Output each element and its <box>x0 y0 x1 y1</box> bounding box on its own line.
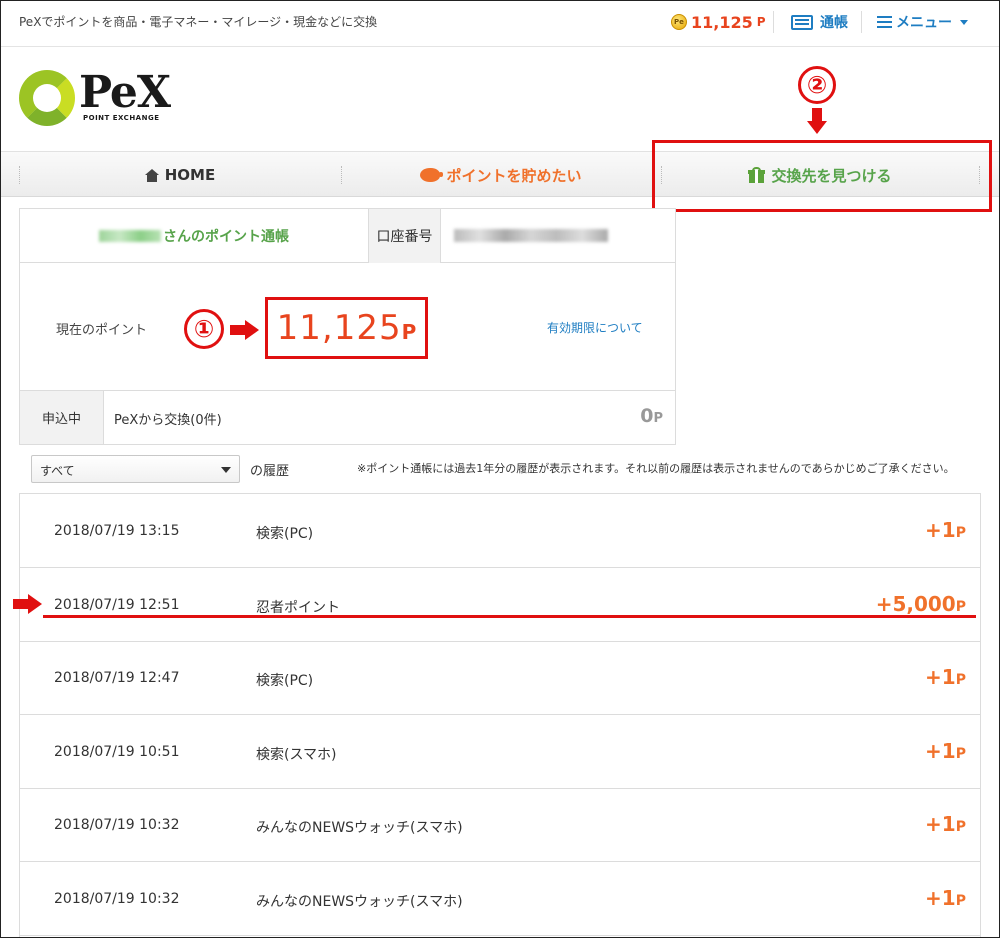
menu-icon <box>877 16 892 28</box>
history-description: 検索(スマホ) <box>256 747 337 763</box>
arrow-right-icon <box>13 594 43 614</box>
history-filter-value: すべて <box>40 464 75 478</box>
history-date: 2018/07/19 10:32 <box>54 817 180 833</box>
header-points[interactable]: Pe 11,125 P <box>671 10 766 34</box>
history-description: みんなのNEWSウォッチ(スマホ) <box>256 894 463 910</box>
history-date: 2018/07/19 10:32 <box>54 891 180 907</box>
nav-home[interactable]: HOME <box>19 152 341 198</box>
pex-logo[interactable]: PeX POINT EXCHANGE <box>19 67 171 129</box>
history-points-unit: P <box>955 599 966 615</box>
passbook-icon <box>791 14 813 30</box>
history-points-unit: P <box>955 746 966 762</box>
account-owner-label: さんのポイント通帳 <box>163 229 289 245</box>
history-note: ※ポイント通帳には過去1年分の履歴が表示されます。それ以前の履歴は表示されません… <box>357 462 955 475</box>
annotation-marker-1: ① <box>184 309 224 349</box>
history-points-unit: P <box>955 893 966 909</box>
history-description: みんなのNEWSウォッチ(スマホ) <box>256 820 463 836</box>
history-points: +1P <box>925 812 966 836</box>
table-row: 2018/07/19 13:15 検索(PC) +1P <box>20 494 980 568</box>
header-points-unit: P <box>756 15 766 29</box>
history-points: +1P <box>925 886 966 910</box>
account-panel: さんのポイント通帳 口座番号 現在のポイント ① 11,125 P 有効期限につ… <box>19 208 676 445</box>
pending-points: 0P <box>640 405 663 427</box>
logo-ring-icon <box>19 70 75 126</box>
history-points-number: +1 <box>925 812 956 836</box>
current-points-label: 現在のポイント <box>56 323 148 338</box>
history-points-number: +5,000 <box>875 592 956 616</box>
history-points: +1P <box>925 518 966 542</box>
account-header-row: さんのポイント通帳 口座番号 <box>20 209 675 263</box>
nav-save-points[interactable]: ポイントを貯めたい <box>341 152 661 198</box>
history-description: 検索(PC) <box>256 526 314 542</box>
history-description: 検索(PC) <box>256 673 314 689</box>
history-date: 2018/07/19 10:51 <box>54 744 180 760</box>
history-date: 2018/07/19 12:47 <box>54 670 180 686</box>
expiry-link[interactable]: 有効期限について <box>547 319 643 336</box>
coin-icon: Pe <box>671 14 687 30</box>
logo-text: PeX <box>79 67 171 118</box>
account-owner: さんのポイント通帳 <box>20 209 368 263</box>
history-points-number: +1 <box>925 518 956 542</box>
divider <box>861 11 862 33</box>
annotation-marker-2: ② <box>798 66 836 104</box>
chevron-down-icon <box>221 467 231 473</box>
tagline: PeXでポイントを商品・電子マネー・マイレージ・現金などに交換 <box>19 15 378 29</box>
blurred-account-number <box>454 229 608 242</box>
menu-label: メニュー <box>896 15 952 31</box>
chevron-down-icon <box>960 19 968 25</box>
arrow-right-icon <box>230 320 260 340</box>
page-frame: PeXでポイントを商品・電子マネー・マイレージ・現金などに交換 Pe 11,12… <box>0 0 1000 938</box>
pending-label: 申込中 <box>20 391 104 444</box>
passbook-link[interactable]: 通帳 <box>791 10 848 34</box>
pending-points-unit: P <box>653 411 663 426</box>
history-label: の履歴 <box>250 464 290 479</box>
history-points-number: +1 <box>925 665 956 689</box>
nav-save-points-label: ポイントを貯めたい <box>446 166 582 185</box>
current-points-row: 現在のポイント ① 11,125 P 有効期限について <box>20 263 675 391</box>
nav-home-label: HOME <box>164 166 216 184</box>
pending-text[interactable]: PeXから交換(0件) <box>114 409 222 428</box>
history-date: 2018/07/19 12:51 <box>54 597 180 613</box>
current-points-unit: P <box>401 320 417 344</box>
table-row: 2018/07/19 10:32 みんなのNEWSウォッチ(スマホ) +1P <box>20 788 980 862</box>
annotation-underline <box>43 615 976 618</box>
account-number-label: 口座番号 <box>368 209 441 263</box>
home-icon <box>144 168 159 182</box>
history-points: +1P <box>925 665 966 689</box>
blurred-username <box>99 230 161 242</box>
menu-button[interactable]: メニュー <box>877 10 968 34</box>
top-bar: PeXでポイントを商品・電子マネー・マイレージ・現金などに交換 Pe 11,12… <box>1 1 999 47</box>
arrow-down-icon <box>807 108 827 136</box>
pending-row: 申込中 PeXから交換(0件) 0P <box>20 391 675 444</box>
logo-subtext: POINT EXCHANGE <box>83 114 160 122</box>
pending-points-number: 0 <box>640 405 654 427</box>
history-date: 2018/07/19 13:15 <box>54 523 180 539</box>
history-points: +1P <box>925 739 966 763</box>
header-points-value: 11,125 <box>691 12 753 32</box>
passbook-label: 通帳 <box>820 15 848 31</box>
table-row: 2018/07/19 10:51 検索(スマホ) +1P <box>20 715 980 789</box>
history-points-unit: P <box>955 819 966 835</box>
current-points-value: 11,125 P <box>265 297 428 359</box>
history-points-unit: P <box>955 672 966 688</box>
current-points-number: 11,125 <box>276 308 402 348</box>
history-points-number: +1 <box>925 739 956 763</box>
history-points-number: +1 <box>925 886 956 910</box>
divider <box>773 11 774 33</box>
table-row: 2018/07/19 10:32 みんなのNEWSウォッチ(スマホ) +1P <box>20 862 980 936</box>
history-points: +5,000P <box>876 592 966 616</box>
history-description: 忍者ポイント <box>256 600 340 616</box>
piggy-bank-icon <box>420 168 444 182</box>
annotation-highlight-exchange <box>652 140 992 212</box>
history-points-unit: P <box>955 525 966 541</box>
table-row: 2018/07/19 12:51 忍者ポイント +5,000P <box>20 568 980 642</box>
table-row: 2018/07/19 12:47 検索(PC) +1P <box>20 641 980 715</box>
history-filter-select[interactable]: すべて <box>31 455 240 483</box>
history-list: 2018/07/19 13:15 検索(PC) +1P 2018/07/19 1… <box>19 493 981 937</box>
